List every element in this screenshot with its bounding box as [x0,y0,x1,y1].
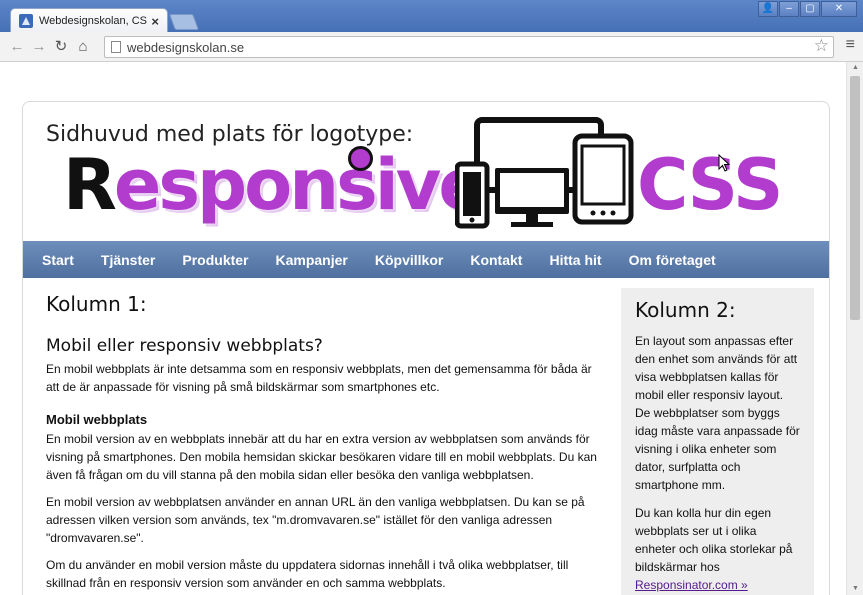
minimize-button[interactable]: – [779,1,799,17]
reload-icon[interactable]: ↻ [50,36,72,58]
nav-item-om-foretaget[interactable]: Om företaget [629,252,716,268]
new-tab-button[interactable] [169,14,199,30]
column-2-title: Kolumn 2: [635,298,736,322]
nav-item-start[interactable]: Start [42,252,74,268]
column-2: Kolumn 2: En layout som anpassas efter d… [621,288,814,595]
vertical-scrollbar[interactable]: ▲ ▼ [846,62,863,595]
logo-text: esponsive [113,144,486,226]
nav-item-kampanjer[interactable]: Kampanjer [276,252,348,268]
browser-tab[interactable]: Webdesignskolan, CSS lay × [10,8,168,33]
menu-icon[interactable]: ≡ [846,36,855,54]
nav-item-hitta-hit[interactable]: Hitta hit [549,252,601,268]
home-icon[interactable]: ⌂ [72,36,94,58]
web-page: Sidhuvud med plats för logotype: Respons… [22,101,830,595]
responsinator-link[interactable]: Responsinator.com » [635,578,748,592]
page-icon [111,41,121,53]
tab-title: Webdesignskolan, CSS lay [39,15,148,27]
close-tab-icon[interactable]: × [151,14,159,29]
mouse-cursor-icon [718,154,730,172]
column-1-title: Kolumn 1: [46,292,147,316]
nav-item-tjanster[interactable]: Tjänster [101,252,155,268]
logo-css: CSS [637,144,783,226]
close-window-button[interactable]: ✕ [821,1,857,17]
nav-item-kopvillkor[interactable]: Köpvillkor [375,252,443,268]
page-header: Sidhuvud med plats för logotype: Respons… [23,102,829,241]
logo: Responsive [63,150,486,220]
paragraph: En mobil version av en webbplats innebär… [46,432,597,482]
sidebar-paragraph: Du kan kolla hur din egen webbplats ser … [635,504,800,594]
logo-dot-icon [348,146,373,171]
nav-item-produkter[interactable]: Produkter [182,252,248,268]
scrollbar-thumb[interactable] [850,76,860,320]
page-viewport: Sidhuvud med plats för logotype: Respons… [0,62,863,595]
scroll-down-icon[interactable]: ▼ [847,583,863,595]
paragraph: En mobil version av webbplatsen använder… [46,495,585,545]
window-titlebar: Webdesignskolan, CSS lay × 👤 – ▢ ✕ [0,0,863,33]
subheading: Mobil webbplats [46,412,148,427]
scroll-up-icon[interactable]: ▲ [847,62,863,74]
favicon-icon [19,14,33,28]
intro-paragraph: En mobil webbplats är inte detsamma som … [46,362,592,394]
url-text: webdesignskolan.se [127,39,245,55]
browser-toolbar: ← → ↻ ⌂ webdesignskolan.se ☆ ≡ [0,32,863,62]
paragraph: Om du använder en mobil version måste du… [46,558,569,590]
main-nav: Start Tjänster Produkter Kampanjer Köpvi… [23,241,829,278]
sidebar-paragraph: En layout som anpassas efter den enhet s… [635,334,800,492]
forward-icon[interactable]: → [28,36,50,58]
article-heading: Mobil eller responsiv webbplats? [46,336,323,356]
back-icon[interactable]: ← [6,36,28,58]
column-1: Kolumn 1: Mobil eller responsiv webbplat… [46,292,606,595]
maximize-button[interactable]: ▢ [800,1,820,17]
bookmark-star-icon[interactable]: ☆ [814,36,829,56]
sidebar-paragraph-text: Du kan kolla hur din egen webbplats ser … [635,506,793,574]
address-bar[interactable]: webdesignskolan.se [104,36,834,58]
window-controls: 👤 – ▢ ✕ [758,1,857,17]
nav-item-kontakt[interactable]: Kontakt [470,252,522,268]
logo-first-letter: R [63,144,117,226]
user-icon[interactable]: 👤 [758,1,778,17]
devices-icon [455,117,634,229]
